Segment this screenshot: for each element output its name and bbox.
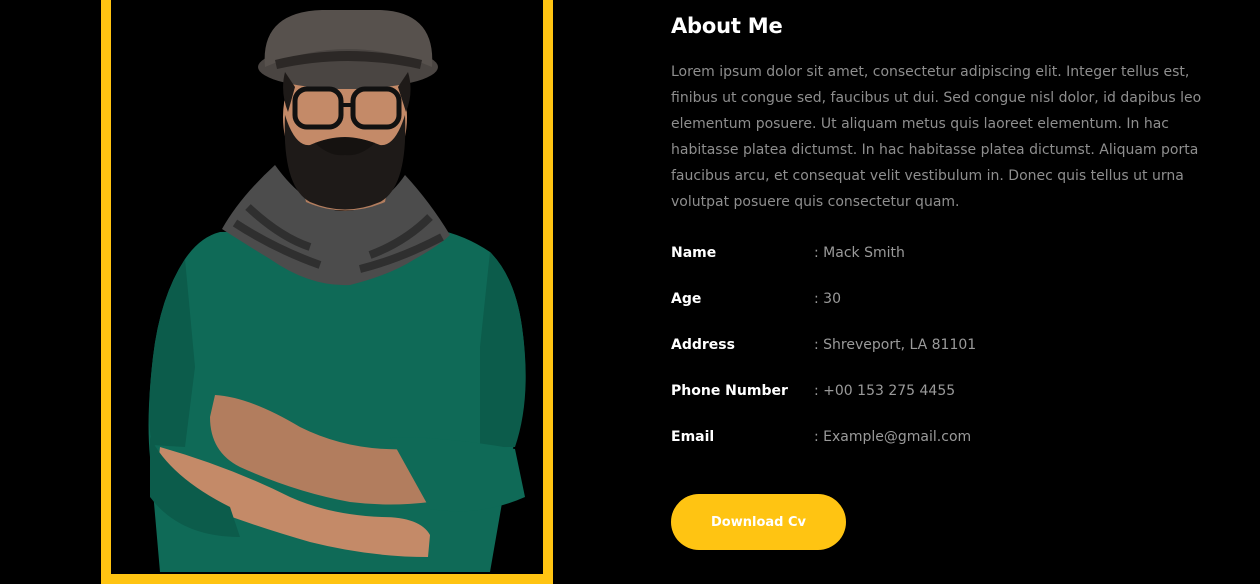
download-cv-button[interactable]: Download Cv bbox=[671, 494, 846, 550]
info-label-age: Age bbox=[671, 291, 702, 307]
info-label-name: Name bbox=[671, 245, 717, 261]
info-row-name: Name : Mack Smith bbox=[671, 243, 1211, 289]
info-list: Name : Mack Smith Age : 30 Address : Shr… bbox=[671, 243, 1211, 473]
info-label-phone: Phone Number bbox=[671, 383, 788, 399]
info-separator: : bbox=[814, 383, 824, 399]
info-row-age: Age : 30 bbox=[671, 289, 1211, 335]
info-row-phone: Phone Number : +00 153 275 4455 bbox=[671, 381, 1211, 427]
info-separator: : bbox=[814, 429, 824, 445]
info-separator: : bbox=[814, 245, 824, 261]
info-label-address: Address bbox=[671, 337, 735, 353]
profile-photo-frame bbox=[101, 0, 553, 584]
about-title: About Me bbox=[671, 14, 783, 38]
info-separator: : bbox=[814, 337, 824, 353]
profile-photo bbox=[148, 10, 526, 572]
about-section: About Me Lorem ipsum dolor sit amet, con… bbox=[671, 12, 1211, 473]
info-value-address: Shreveport, LA 81101 bbox=[823, 337, 977, 353]
info-value-age: 30 bbox=[823, 291, 841, 307]
info-value-phone: +00 153 275 4455 bbox=[823, 383, 956, 399]
info-value-name: Mack Smith bbox=[823, 245, 905, 261]
info-row-address: Address : Shreveport, LA 81101 bbox=[671, 335, 1211, 381]
about-description: Lorem ipsum dolor sit amet, consectetur … bbox=[671, 64, 1202, 210]
info-separator: : bbox=[814, 291, 824, 307]
info-value-email: Example@gmail.com bbox=[823, 429, 972, 445]
info-label-email: Email bbox=[671, 429, 715, 445]
info-row-email: Email : Example@gmail.com bbox=[671, 427, 1211, 473]
